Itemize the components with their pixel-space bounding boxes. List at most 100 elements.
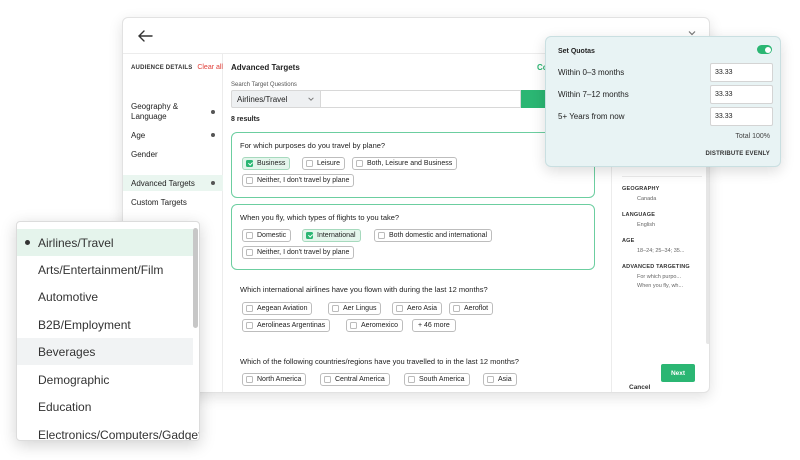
sidebar-item-label: Custom Targets: [131, 197, 187, 207]
option-chip[interactable]: Asia: [483, 373, 517, 386]
dropdown-option-demographic[interactable]: Demographic: [17, 366, 193, 393]
question-text: Which international airlines have you fl…: [240, 285, 488, 294]
dropdown-option-label: B2B/Employment: [38, 317, 131, 332]
summary-advanced: ADVANCED TARGETING For which purpo... Wh…: [622, 264, 702, 290]
quotas-title: Set Quotas: [558, 48, 595, 55]
question-card[interactable]: Which of the following countries/regions…: [231, 348, 595, 392]
search-label: Search Target Questions: [231, 82, 297, 88]
option-chip[interactable]: International: [302, 229, 361, 242]
checkbox-icon: [306, 160, 313, 167]
checkbox-icon: [324, 376, 331, 383]
dropdown-option-b2b[interactable]: B2B/Employment: [17, 311, 193, 338]
option-label: Aero Asia: [407, 305, 437, 312]
option-label: Aegean Aviation: [257, 305, 308, 312]
results-count: 8 results: [231, 116, 260, 123]
checkbox-checked-icon: [246, 160, 253, 167]
summary-geography: GEOGRAPHY Canada: [622, 186, 702, 203]
dropdown-option-label: Automotive: [38, 289, 99, 304]
summary-age: AGE 18–24; 25–34; 35...: [622, 238, 702, 255]
sidebar-header: AUDIENCE DETAILS Clear all: [131, 64, 223, 71]
dropdown-option-electronics[interactable]: Electronics/Computers/Gadgets: [17, 421, 199, 441]
dropdown-option-automotive[interactable]: Automotive: [17, 283, 193, 310]
option-chip[interactable]: Aero Asia: [392, 302, 442, 315]
dropdown-option-arts[interactable]: Arts/Entertainment/Film: [17, 256, 193, 283]
option-label: Aeromexico: [361, 322, 398, 329]
summary-heading: AGE: [622, 238, 635, 244]
distribute-evenly-button[interactable]: DISTRIBUTE EVENLY: [705, 151, 770, 157]
sidebar-item-gender[interactable]: Gender: [123, 147, 223, 161]
checkbox-icon: [246, 376, 253, 383]
category-select[interactable]: Airlines/Travel: [231, 90, 321, 108]
question-card[interactable]: When you fly, which types of flights to …: [231, 204, 595, 270]
sidebar-item-custom-targets[interactable]: Custom Targets: [123, 195, 223, 209]
checkbox-icon: [378, 232, 385, 239]
quotas-toggle[interactable]: [757, 45, 772, 54]
option-label: Both, Leisure and Business: [367, 160, 453, 167]
option-chip[interactable]: Domestic: [242, 229, 292, 242]
dropdown-scrollbar[interactable]: [193, 228, 198, 328]
dropdown-option-label: Demographic: [38, 372, 110, 387]
quota-row: Within 7–12 months 33.33: [558, 85, 773, 104]
quota-input[interactable]: 33.33: [710, 63, 773, 82]
option-chip[interactable]: Aer Lingus: [328, 302, 382, 315]
selected-dot-icon: [25, 240, 30, 245]
option-chip[interactable]: Aeromexico: [346, 319, 403, 332]
dropdown-option-label: Education: [38, 399, 92, 414]
divider: [622, 176, 702, 177]
option-label: Aer Lingus: [343, 305, 377, 312]
quota-input[interactable]: 33.33: [710, 107, 773, 126]
option-chip[interactable]: Neither, I don't travel by plane: [242, 246, 355, 259]
option-chip[interactable]: North America: [242, 373, 307, 386]
option-chip[interactable]: Aegean Aviation: [242, 302, 313, 315]
checkbox-icon: [246, 322, 253, 329]
option-label: Central America: [335, 376, 385, 383]
checkbox-icon: [408, 376, 415, 383]
question-card[interactable]: Which international airlines have you fl…: [231, 276, 595, 342]
dropdown-option-beverages[interactable]: Beverages: [17, 338, 193, 365]
checkbox-icon: [396, 305, 403, 312]
dropdown-option-label: Arts/Entertainment/Film: [38, 262, 164, 277]
option-chip[interactable]: Both, Leisure and Business: [352, 157, 458, 170]
quota-label: Within 0–3 months: [558, 68, 625, 77]
option-label: Neither, I don't travel by plane: [257, 249, 350, 256]
question-card[interactable]: For which purposes do you travel by plan…: [231, 132, 595, 198]
filled-dot-icon: [211, 133, 215, 137]
sidebar-title: AUDIENCE DETAILS: [131, 64, 193, 71]
option-label: Domestic: [257, 232, 287, 239]
clear-all-link[interactable]: Clear all: [197, 64, 223, 71]
checkbox-icon: [332, 305, 339, 312]
quota-row: Within 0–3 months 33.33: [558, 63, 773, 82]
search-input[interactable]: [321, 90, 521, 108]
option-label: Aerolineas Argentinas: [257, 322, 326, 329]
checkbox-icon: [246, 232, 253, 239]
option-chip[interactable]: South America: [404, 373, 470, 386]
option-chip[interactable]: Neither, I don't travel by plane: [242, 174, 355, 187]
more-options-chip[interactable]: + 46 more: [412, 319, 456, 332]
dropdown-option-airlines-travel[interactable]: Airlines/Travel: [17, 229, 193, 256]
cancel-button[interactable]: Cancel: [629, 384, 650, 391]
summary-value: English: [637, 222, 656, 228]
quota-total: Total 100%: [735, 133, 770, 140]
summary-heading: ADVANCED TARGETING: [622, 264, 690, 270]
summary-language: LANGUAGE English: [622, 212, 702, 229]
option-label: Leisure: [317, 160, 340, 167]
page-title: Advanced Targets: [231, 63, 300, 72]
quota-input[interactable]: 33.33: [710, 85, 773, 104]
option-chip[interactable]: Both domestic and international: [374, 229, 493, 242]
option-label: Neither, I don't travel by plane: [257, 177, 350, 184]
arrow-left-icon[interactable]: [137, 29, 153, 43]
option-label: Aeroflot: [464, 305, 489, 312]
checkbox-icon: [356, 160, 363, 167]
next-button[interactable]: Next: [661, 364, 695, 382]
sidebar-item-advanced-targets[interactable]: Advanced Targets: [123, 175, 223, 191]
quota-label: Within 7–12 months: [558, 90, 629, 99]
dropdown-option-education[interactable]: Education: [17, 393, 193, 420]
option-chip[interactable]: Business: [242, 157, 291, 170]
sidebar-item-geography[interactable]: Geography & Language: [123, 100, 223, 124]
option-chip[interactable]: Central America: [320, 373, 390, 386]
option-chip[interactable]: Leisure: [302, 157, 345, 170]
option-chip[interactable]: Aeroflot: [449, 302, 494, 315]
sidebar-item-age[interactable]: Age: [123, 128, 223, 142]
option-chip[interactable]: Aerolineas Argentinas: [242, 319, 331, 332]
dropdown-option-label: Airlines/Travel: [38, 235, 114, 250]
